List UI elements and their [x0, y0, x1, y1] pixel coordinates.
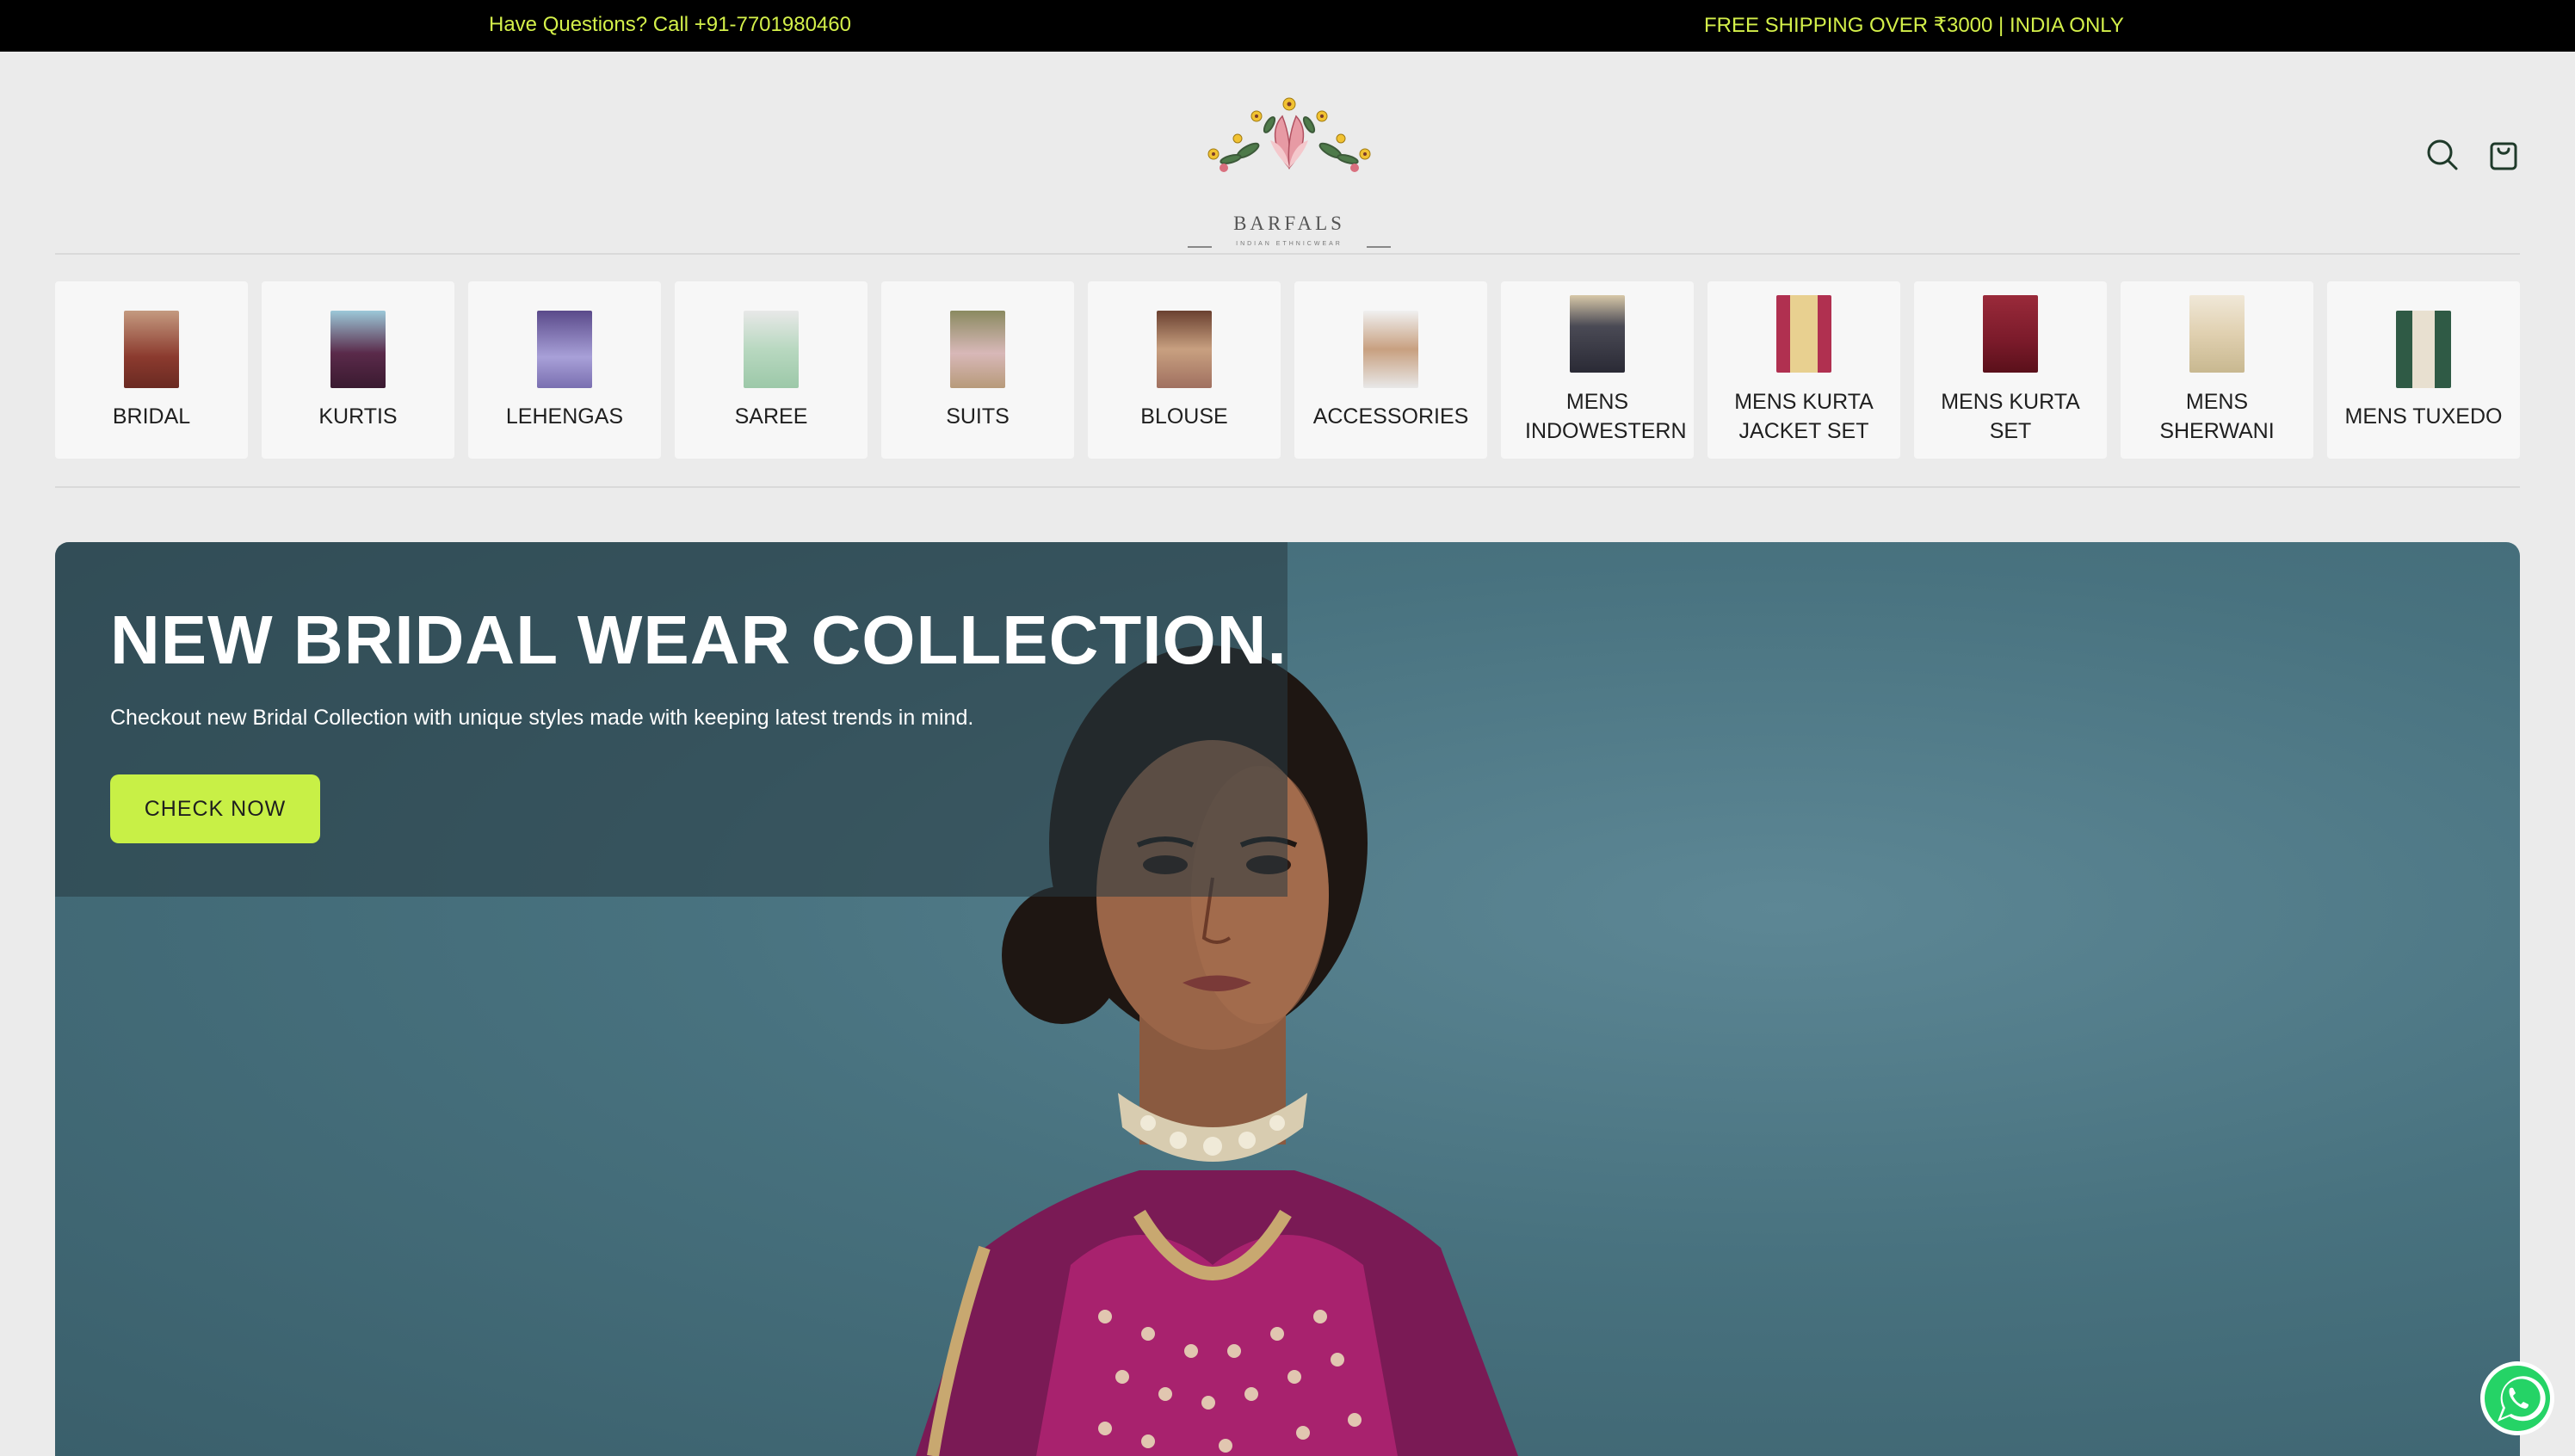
- category-tile-saree[interactable]: SAREE: [675, 281, 868, 459]
- brand-name: BARFALS: [1233, 213, 1345, 234]
- search-button[interactable]: [2424, 136, 2460, 172]
- site-header: BARFALS INDIAN ETHNICWEAR: [0, 52, 2575, 255]
- category-thumbnail: [2396, 311, 2451, 388]
- category-tile-mens-tuxedo[interactable]: MENS TUXEDO: [2327, 281, 2520, 459]
- logo-rule-right: [1367, 246, 1391, 248]
- whatsapp-icon: [2480, 1361, 2554, 1435]
- contact-phone-text[interactable]: Have Questions? Call +91-7701980460: [489, 13, 851, 37]
- shopping-bag-icon: [2490, 142, 2517, 170]
- category-tile-lehengas[interactable]: LEHENGAS: [468, 281, 661, 459]
- category-divider: [55, 486, 2520, 488]
- category-label: LEHENGAS: [505, 404, 624, 429]
- category-label: MENS KURTA JACKET SET: [1734, 390, 1874, 443]
- hero-subtitle: Checkout new Bridal Collection with uniq…: [110, 706, 974, 730]
- category-tile-mens-kurta-set[interactable]: MENS KURTA SET: [1914, 281, 2107, 459]
- category-tile-mens-indowestern[interactable]: MENS INDOWESTERN: [1501, 281, 1694, 459]
- category-label: SUITS: [946, 404, 1010, 429]
- category-label: BLOUSE: [1140, 404, 1228, 429]
- announcement-bar: Have Questions? Call +91-7701980460 FREE…: [0, 0, 2575, 52]
- cart-button[interactable]: [2485, 136, 2522, 172]
- category-tile-blouse[interactable]: BLOUSE: [1088, 281, 1281, 459]
- hero-title: NEW BRIDAL WEAR COLLECTION.: [110, 602, 1288, 678]
- hero-text-panel: NEW BRIDAL WEAR COLLECTION. Checkout new…: [55, 542, 1288, 897]
- category-label: KURTIS: [318, 404, 398, 429]
- category-tile-mens-kurta-jacket-set[interactable]: MENS KURTA JACKET SET: [1707, 281, 1900, 459]
- check-now-button[interactable]: CHECK NOW: [110, 774, 320, 843]
- category-thumbnail: [744, 311, 799, 388]
- category-thumbnail: [124, 311, 179, 388]
- category-label: SAREE: [734, 404, 808, 429]
- category-thumbnail: [1776, 295, 1831, 373]
- floral-logo-icon: [1207, 97, 1371, 172]
- category-thumbnail: [537, 311, 592, 388]
- category-thumbnail: [1570, 295, 1625, 373]
- hero-banner: NEW BRIDAL WEAR COLLECTION. Checkout new…: [55, 542, 2520, 1456]
- category-label: MENS KURTA SET: [1941, 390, 2080, 443]
- search-icon: [2427, 139, 2458, 170]
- category-label: MENS TUXEDO: [2344, 404, 2503, 429]
- brand-tagline: INDIAN ETHNICWEAR: [1236, 241, 1343, 247]
- category-label: MENS INDOWESTERN: [1525, 390, 1687, 443]
- brand-logo[interactable]: BARFALS INDIAN ETHNICWEAR: [1188, 90, 1391, 248]
- free-shipping-text: FREE SHIPPING OVER ₹3000 | INDIA ONLY: [1704, 14, 2124, 37]
- category-tile-mens-sherwani[interactable]: MENS SHERWANI: [2121, 281, 2313, 459]
- category-label: ACCESSORIES: [1312, 404, 1469, 429]
- category-tile-suits[interactable]: SUITS: [881, 281, 1074, 459]
- category-thumbnail: [330, 311, 386, 388]
- header-divider: [55, 253, 2520, 255]
- category-tile-kurtis[interactable]: KURTIS: [262, 281, 454, 459]
- category-label: BRIDAL: [112, 404, 191, 429]
- whatsapp-chat-button[interactable]: [2479, 1360, 2556, 1437]
- category-tile-bridal[interactable]: BRIDAL: [55, 281, 248, 459]
- category-nav: BRIDAL KURTIS LEHENGAS SAREE SUITS BLOUS…: [55, 281, 2520, 459]
- category-thumbnail: [1363, 311, 1418, 388]
- category-thumbnail: [2189, 295, 2245, 373]
- category-thumbnail: [1157, 311, 1212, 388]
- category-label: MENS SHERWANI: [2159, 390, 2275, 443]
- category-tile-accessories[interactable]: ACCESSORIES: [1294, 281, 1487, 459]
- category-thumbnail: [950, 311, 1005, 388]
- category-thumbnail: [1983, 295, 2038, 373]
